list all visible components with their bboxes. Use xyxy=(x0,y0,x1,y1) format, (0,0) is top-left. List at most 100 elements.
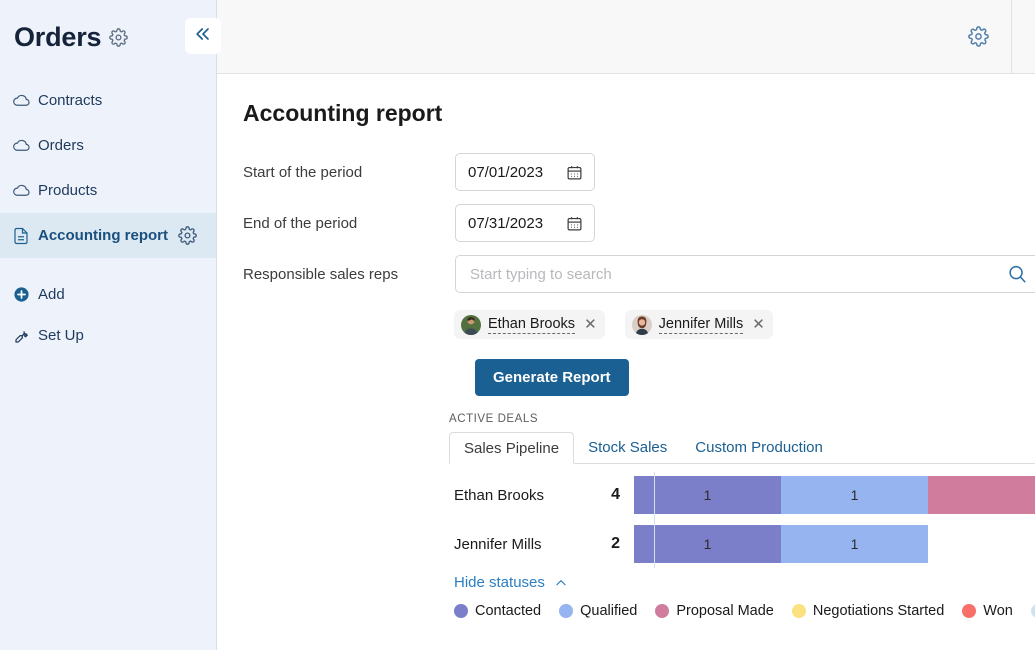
help-button[interactable] xyxy=(1012,20,1035,53)
hide-statuses-toggle[interactable]: Hide statuses xyxy=(454,574,1035,591)
chart-row-total: 4 xyxy=(611,486,620,503)
sidebar-item-label: Accounting report xyxy=(38,227,168,244)
cloud-icon xyxy=(12,181,38,200)
legend-label: Contacted xyxy=(475,603,542,619)
selected-reps-chips: Ethan Brooks ✕ Jennifer Mills ✕ xyxy=(243,306,1035,339)
start-date-value: 07/01/2023 xyxy=(468,163,544,181)
start-period-row: Start of the period 07/01/2023 xyxy=(243,153,1035,191)
legend-item[interactable]: Negotiations Started xyxy=(791,603,945,619)
report-filters: Start of the period 07/01/2023 End of th… xyxy=(217,127,1035,396)
tab-sales-pipeline[interactable]: Sales Pipeline xyxy=(449,432,575,464)
hide-statuses-label: Hide statuses xyxy=(454,574,545,591)
chart-bar-segment[interactable]: 1 xyxy=(634,525,781,563)
start-date-field[interactable]: 07/01/2023 xyxy=(455,153,595,191)
sales-reps-label: Responsible sales reps xyxy=(243,265,399,283)
main-area: Ethan B ELMA Accounting report xyxy=(217,0,1035,650)
chip-label[interactable]: Jennifer Mills xyxy=(658,316,744,334)
pipeline-bar-chart: Ethan Brooks4112Jennifer Mills211 xyxy=(217,472,1035,568)
content-area: Accounting report Start of the period 07… xyxy=(217,74,1035,650)
chart-bar-segment[interactable]: 1 xyxy=(781,525,928,563)
calendar-icon[interactable] xyxy=(566,164,583,181)
chart-bar-segment[interactable]: 2 xyxy=(928,476,1035,514)
cloud-icon xyxy=(12,136,38,155)
sidebar-item-products[interactable]: Products xyxy=(0,168,216,213)
search-icon[interactable] xyxy=(1006,263,1032,285)
legend-color-dot xyxy=(655,604,670,618)
legend-label: Qualified xyxy=(580,603,638,619)
sales-reps-search-wrap xyxy=(455,255,1035,293)
report-tabs: Sales Pipeline Stock Sales Custom Produc… xyxy=(449,432,1035,464)
topbar-left xyxy=(217,26,1011,47)
chart-bar: 112 xyxy=(634,476,1035,514)
chart-bar-segment[interactable]: 1 xyxy=(781,476,928,514)
sidebar-header: Orders xyxy=(0,0,216,74)
legend-label: Won xyxy=(983,603,1013,619)
sidebar-nav: Contracts Orders Products Accounting rep… xyxy=(0,74,216,356)
tab-custom-production[interactable]: Custom Production xyxy=(681,432,837,463)
page-header: Accounting report xyxy=(217,74,1035,127)
chip-label[interactable]: Ethan Brooks xyxy=(488,316,576,334)
sidebar: Orders Contracts Orders Products Account… xyxy=(0,0,221,650)
legend-color-dot xyxy=(454,604,468,618)
chart-row-label: Jennifer Mills xyxy=(454,535,542,553)
sidebar-item-label: Products xyxy=(38,182,98,199)
end-period-label: End of the period xyxy=(243,214,358,232)
sidebar-item-contracts[interactable]: Contracts xyxy=(0,78,216,123)
chart-row: Ethan Brooks4112 xyxy=(217,476,1035,514)
avatar xyxy=(461,314,481,335)
start-period-label: Start of the period xyxy=(243,163,363,181)
sidebar-action-label: Set Up xyxy=(38,327,84,344)
legend-item[interactable]: Won xyxy=(962,603,1013,619)
avatar xyxy=(631,314,652,335)
legend-label: Proposal Made xyxy=(676,603,774,619)
chart-axis-line xyxy=(654,472,655,568)
search-input[interactable] xyxy=(470,265,1006,283)
legend-label: Negotiations Started xyxy=(812,603,945,619)
chart-row-label: Ethan Brooks xyxy=(454,486,545,504)
gear-icon[interactable] xyxy=(968,26,990,47)
chart-row-total: 2 xyxy=(611,535,620,552)
legend-color-dot xyxy=(791,604,806,618)
plus-circle-icon xyxy=(13,286,38,303)
sidebar-divider-space xyxy=(0,258,216,274)
page-title: Accounting report xyxy=(243,100,443,126)
sidebar-collapse-button[interactable] xyxy=(185,18,221,54)
gear-icon[interactable] xyxy=(178,226,197,245)
sidebar-action-set-up[interactable]: Set Up xyxy=(0,315,216,356)
end-period-row: End of the period 07/31/2023 xyxy=(243,204,1035,242)
gear-icon[interactable] xyxy=(109,27,129,47)
active-deals-label: ACTIVE DEALS xyxy=(449,413,539,425)
sidebar-item-orders[interactable]: Orders xyxy=(0,123,216,168)
document-icon xyxy=(12,227,38,245)
topbar: Ethan B ELMA xyxy=(217,0,1035,74)
sidebar-title: Orders xyxy=(14,21,102,52)
cloud-icon xyxy=(12,91,38,110)
sidebar-item-accounting-report[interactable]: Accounting report xyxy=(0,213,216,258)
chart-bar-segment[interactable]: 1 xyxy=(634,476,781,514)
legend-color-dot xyxy=(1030,604,1035,618)
legend-color-dot xyxy=(559,604,574,618)
chip-jennifer-mills[interactable]: Jennifer Mills ✕ xyxy=(624,310,773,339)
close-icon[interactable]: ✕ xyxy=(750,317,765,332)
generate-report-button[interactable]: Generate Report xyxy=(475,359,629,396)
chart-row: Jennifer Mills 2 1 1 xyxy=(217,525,1035,563)
sidebar-item-label: Contracts xyxy=(38,92,103,109)
legend-item[interactable]: Contacted xyxy=(454,603,541,619)
chart-legend: Contacted Qualified Proposal Made Negotiati… xyxy=(454,603,1035,619)
legend-color-dot xyxy=(962,604,977,618)
legend-item[interactable]: Lost xyxy=(1030,603,1035,619)
end-date-field[interactable]: 07/31/2023 xyxy=(455,204,595,242)
sidebar-item-label: Orders xyxy=(38,137,84,154)
end-date-value: 07/31/2023 xyxy=(468,214,544,232)
sidebar-action-label: Add xyxy=(38,286,65,303)
wrench-icon xyxy=(13,327,38,345)
sidebar-action-add[interactable]: Add xyxy=(0,274,216,315)
calendar-icon[interactable] xyxy=(566,215,583,232)
chevron-up-icon xyxy=(554,576,568,590)
double-chevron-left-icon xyxy=(193,24,213,49)
close-icon[interactable]: ✕ xyxy=(582,317,597,332)
legend-item[interactable]: Qualified xyxy=(559,603,637,619)
chip-ethan-brooks[interactable]: Ethan Brooks ✕ xyxy=(454,310,605,339)
tab-stock-sales[interactable]: Stock Sales xyxy=(574,432,681,463)
legend-item[interactable]: Proposal Made xyxy=(655,603,774,619)
